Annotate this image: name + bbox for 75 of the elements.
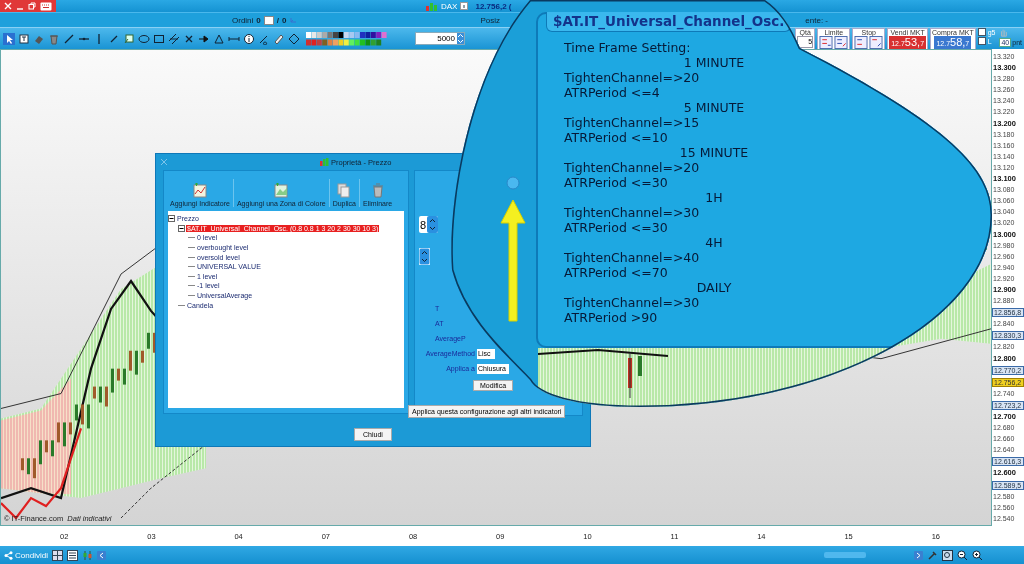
color-palette[interactable] [306, 31, 388, 46]
tooltip-text: ATRPeriod <=30 [564, 175, 668, 190]
tools-icon[interactable] [926, 549, 938, 561]
zoom-out-icon[interactable] [956, 549, 968, 561]
last-price: 12.756,2 ( [475, 1, 512, 11]
tooltip-text: TightenChannel=>20 [564, 70, 700, 85]
checkbox[interactable] [977, 37, 986, 45]
copy-icon [337, 183, 352, 198]
text-tool-icon[interactable] [18, 32, 30, 45]
line-tool-icon[interactable] [63, 32, 75, 45]
tooltip-text: 4H [705, 235, 723, 250]
limit-sell-icon[interactable] [834, 36, 849, 49]
layout-icon[interactable] [51, 549, 63, 561]
tooltip-text: Time Frame Setting: [564, 40, 691, 55]
trash-icon[interactable] [48, 32, 60, 45]
step-field[interactable]: 5000 [415, 32, 465, 45]
stop-buy-icon[interactable] [854, 36, 869, 49]
bar-chart-icon [426, 1, 438, 11]
hand-icon [999, 28, 1009, 37]
zoom-in-icon[interactable] [971, 549, 983, 561]
stop-sell-icon[interactable] [869, 36, 884, 49]
picture-frame-icon[interactable] [123, 32, 135, 45]
area-chart-icon [274, 183, 289, 198]
restore-icon[interactable] [28, 2, 36, 10]
cursor-icon[interactable] [3, 32, 15, 45]
trash-icon [370, 183, 385, 198]
tooltip-text: TightenChannel=>30 [564, 295, 700, 310]
tooltip-text: TightenChannel=>30 [564, 205, 700, 220]
number-spinner[interactable]: 8 [419, 216, 439, 233]
tooltip-text: TightenChannel=>15 [564, 115, 700, 130]
tooltip-text: ATRPeriod <=4 [564, 85, 660, 100]
scroll-right-icon[interactable] [913, 550, 923, 560]
tooltip-text: TightenChannel=>20 [564, 160, 700, 175]
tooltip-text: 5 MINUTE [683, 100, 745, 115]
list-icon[interactable] [66, 549, 78, 561]
tooltip-text: 15 MINUTE [679, 145, 749, 160]
collapse-toggle[interactable] [168, 215, 175, 223]
share-icon [4, 550, 13, 560]
spinner-arrows-icon[interactable] [419, 248, 430, 265]
tooltip-text: ATRPeriod <=10 [564, 130, 668, 145]
tooltip-text: ATRPeriod >90 [564, 310, 658, 325]
separator-text: / [276, 15, 280, 25]
positions-label: Posiz [480, 15, 501, 25]
rectangle-icon[interactable] [153, 32, 165, 45]
spinner-arrows-icon [457, 33, 464, 44]
ruler-icon[interactable] [273, 32, 285, 45]
pending-count: 0 [282, 15, 287, 25]
channel-icon[interactable] [168, 32, 180, 45]
arrow-icon[interactable] [198, 32, 210, 45]
scroll-thumb[interactable] [823, 552, 866, 558]
checkbox[interactable] [977, 28, 986, 36]
indicator-chart-icon [192, 183, 207, 198]
tooltip-text: 1 MINUTE [683, 55, 745, 70]
diamond-icon[interactable] [288, 32, 300, 45]
tooltip-text: DAILY [696, 280, 732, 295]
scroll-left-icon[interactable] [96, 550, 106, 560]
bar-chart-icon [320, 158, 329, 166]
arrow-icon [498, 175, 528, 325]
spinner-arrows-icon [427, 216, 439, 233]
tooltip-text: 1H [705, 190, 723, 205]
orders-icon [263, 15, 274, 25]
account-label: ente: - [805, 15, 828, 25]
orders-count: 0 [256, 15, 261, 25]
ellipse-icon[interactable] [138, 32, 150, 45]
zoom-fit-icon[interactable] [941, 549, 953, 561]
tooltip-text: TightenChannel=>40 [564, 250, 700, 265]
undo-icon [289, 16, 298, 24]
collapse-toggle[interactable] [178, 224, 185, 232]
tooltip-text: ATRPeriod <=30 [564, 220, 668, 235]
limit-buy-icon[interactable] [819, 36, 834, 49]
tooltip-text: ATRPeriod <=70 [564, 265, 668, 280]
triangle-icon[interactable] [213, 32, 225, 45]
orders-label: Ordini [232, 15, 254, 25]
keyboard-icon[interactable] [40, 1, 52, 11]
info-icon[interactable] [243, 32, 255, 45]
